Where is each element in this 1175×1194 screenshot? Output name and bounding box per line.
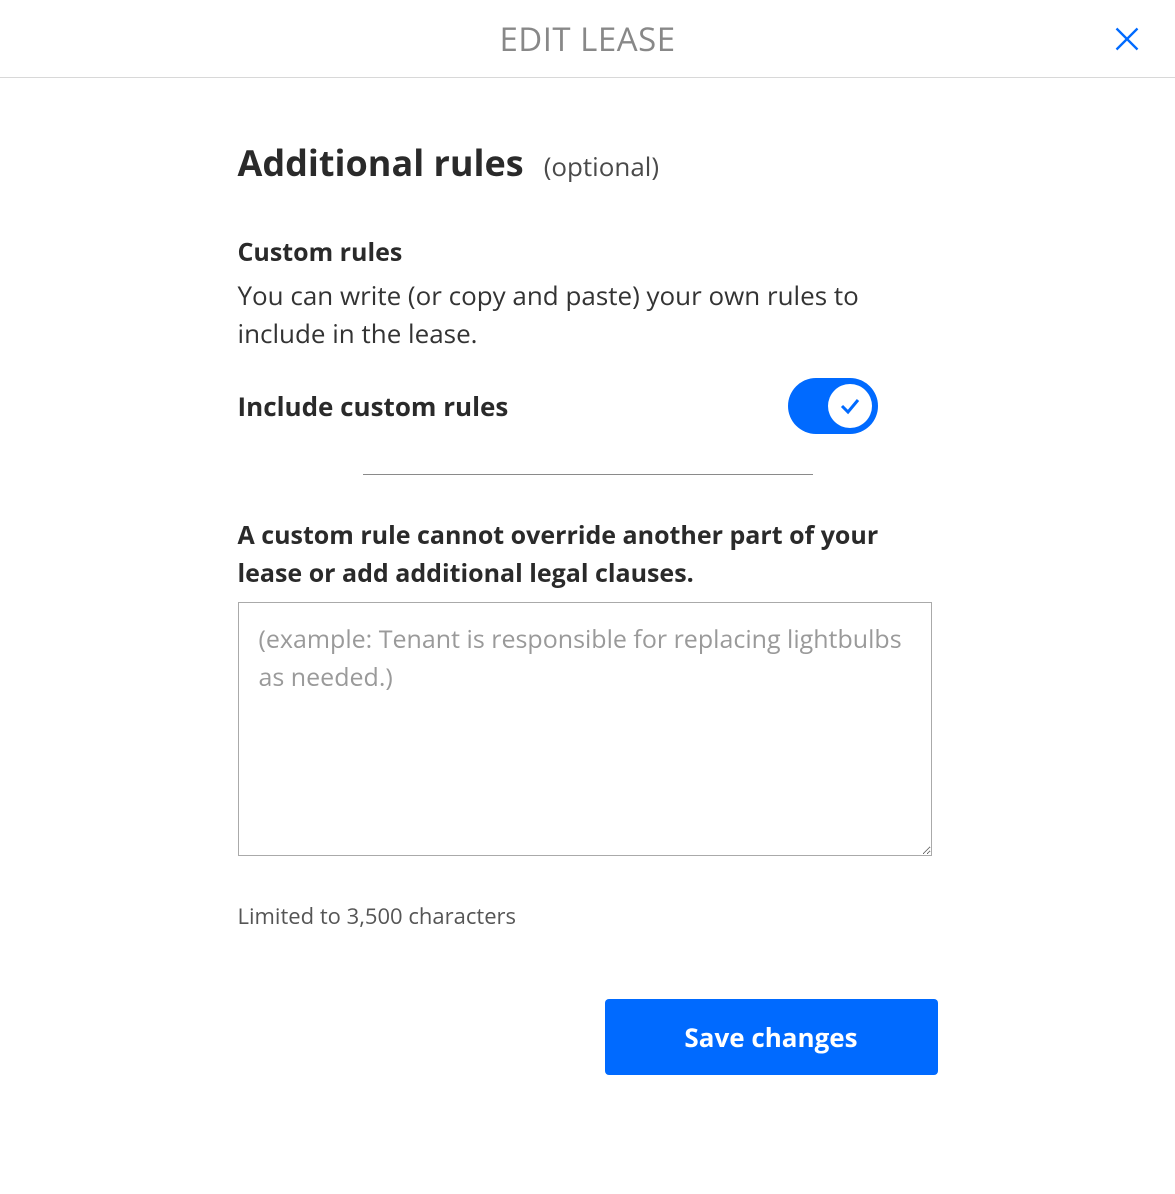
include-custom-rules-row: Include custom rules (238, 378, 938, 434)
custom-rule-note: A custom rule cannot override another pa… (238, 517, 938, 592)
custom-rules-description: You can write (or copy and paste) your o… (238, 277, 938, 352)
character-limit-text: Limited to 3,500 characters (238, 901, 938, 931)
close-icon (1113, 25, 1141, 53)
toggle-knob (828, 384, 872, 428)
custom-rules-textarea[interactable] (238, 602, 932, 856)
modal-header: EDIT LEASE (0, 0, 1175, 78)
section-title-row: Additional rules (optional) (238, 138, 938, 187)
modal-content: Additional rules (optional) Custom rules… (238, 78, 938, 1115)
include-custom-rules-toggle[interactable] (788, 378, 878, 434)
check-icon (838, 394, 862, 418)
custom-rules-heading: Custom rules (238, 235, 938, 269)
actions-row: Save changes (238, 999, 938, 1075)
section-optional-label: (optional) (544, 148, 659, 184)
close-button[interactable] (1107, 19, 1147, 59)
section-title: Additional rules (238, 138, 524, 187)
modal-title: EDIT LEASE (499, 16, 675, 61)
save-changes-button[interactable]: Save changes (605, 999, 938, 1075)
include-custom-rules-label: Include custom rules (238, 388, 509, 424)
divider (363, 474, 813, 475)
